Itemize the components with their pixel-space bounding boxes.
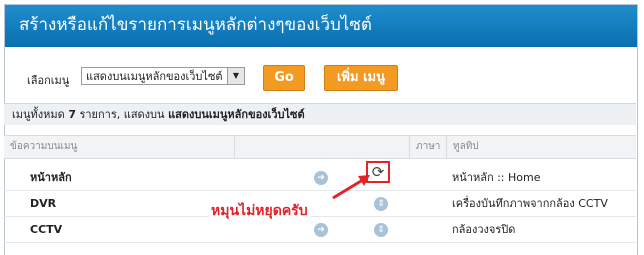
annotation-callout: หมุนไม่หยุดครับ xyxy=(209,200,310,222)
annotation-arrow xyxy=(332,175,370,200)
